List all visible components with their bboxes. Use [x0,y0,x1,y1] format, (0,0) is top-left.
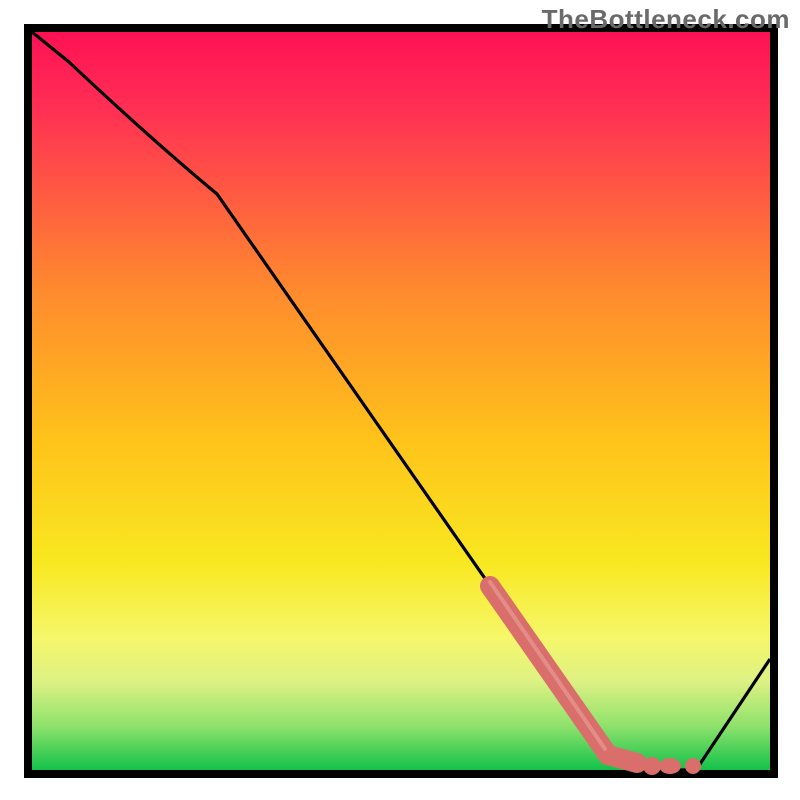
chart-svg [0,0,800,800]
plot-background [32,32,770,770]
optimal-zone-dot [643,757,661,775]
bottleneck-chart: TheBottleneck.com [0,0,800,800]
watermark-text: TheBottleneck.com [542,4,790,35]
optimal-zone-dot [685,758,701,774]
optimal-zone-dot [659,758,681,774]
